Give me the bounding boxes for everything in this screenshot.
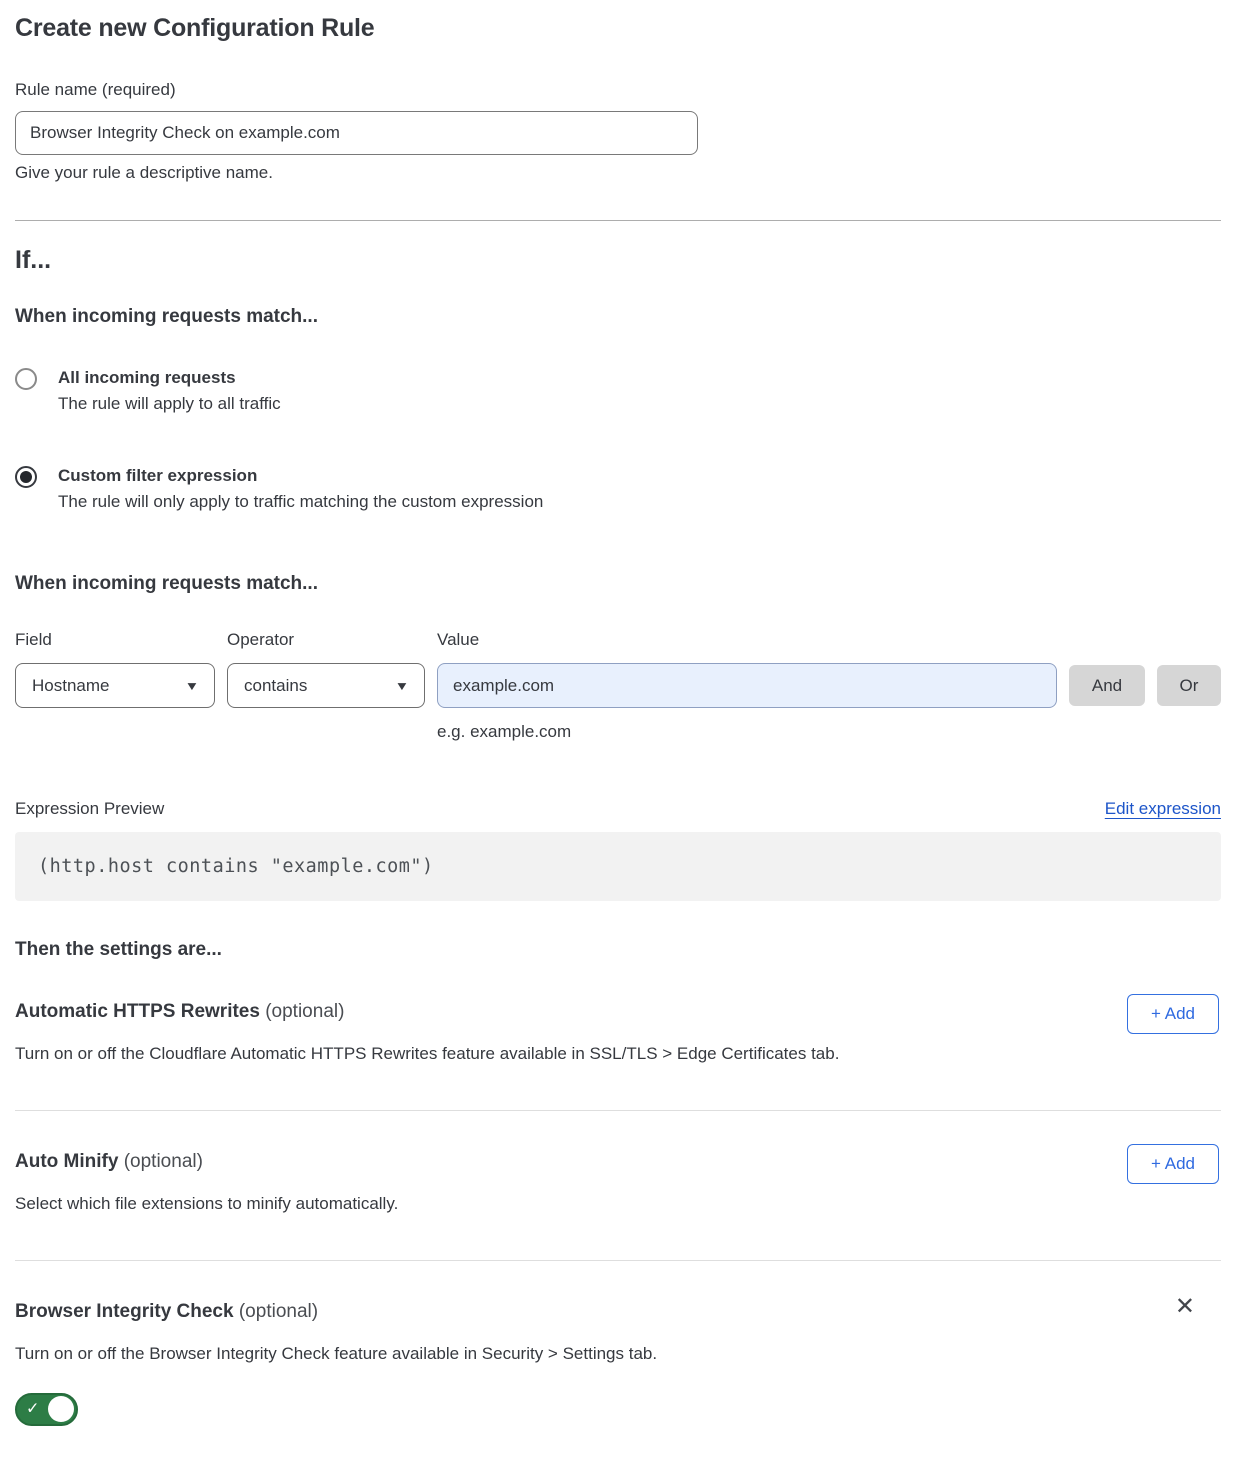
rule-name-input[interactable] — [15, 111, 698, 155]
setting-row-auto-minify: Auto Minify (optional) Select which file… — [15, 1111, 1221, 1260]
radio-unselected-icon[interactable] — [15, 368, 37, 390]
browser-integrity-check-toggle[interactable]: ✓ — [15, 1393, 78, 1426]
operator-select-value: contains — [244, 676, 307, 696]
setting-description: Select which file extensions to minify a… — [15, 1192, 1221, 1216]
match-options-group: All incoming requests The rule will appl… — [15, 367, 1221, 515]
radio-description: The rule will only apply to traffic matc… — [58, 488, 543, 515]
radio-label: All incoming requests — [58, 367, 281, 390]
then-heading: Then the settings are... — [15, 939, 1221, 961]
chevron-down-icon: ▼ — [395, 679, 410, 693]
expression-preview-label: Expression Preview — [15, 799, 164, 819]
expression-preview-header: Expression Preview Edit expression — [15, 799, 1221, 819]
setting-optional-tag: (optional) — [265, 1001, 344, 1022]
edit-expression-link[interactable]: Edit expression — [1105, 799, 1221, 819]
value-input[interactable] — [437, 663, 1057, 708]
setting-row-browser-integrity-check: Browser Integrity Check (optional) Turn … — [15, 1261, 1221, 1431]
if-heading: If... — [15, 246, 1221, 275]
or-button[interactable]: Or — [1157, 665, 1221, 706]
field-select[interactable]: Hostname ▼ — [15, 663, 215, 708]
rule-name-section: Rule name (required) Give your rule a de… — [15, 80, 1221, 183]
builder-heading: When incoming requests match... — [15, 573, 1221, 595]
setting-description: Turn on or off the Cloudflare Automatic … — [15, 1042, 1221, 1066]
add-automatic-https-rewrites-button[interactable]: + Add — [1127, 994, 1219, 1034]
add-auto-minify-button[interactable]: + Add — [1127, 1144, 1219, 1184]
setting-optional-tag: (optional) — [124, 1151, 203, 1172]
section-divider — [15, 220, 1221, 221]
setting-optional-tag: (optional) — [239, 1301, 318, 1322]
page-title: Create new Configuration Rule — [15, 14, 1221, 43]
setting-name: Automatic HTTPS Rewrites — [15, 1001, 260, 1022]
check-icon: ✓ — [26, 1399, 39, 1419]
field-select-value: Hostname — [32, 676, 109, 696]
operator-select[interactable]: contains ▼ — [227, 663, 425, 708]
radio-option-all-incoming-requests[interactable]: All incoming requests The rule will appl… — [15, 367, 1221, 417]
chevron-down-icon: ▼ — [185, 679, 200, 693]
rule-name-help: Give your rule a descriptive name. — [15, 163, 1221, 183]
match-heading: When incoming requests match... — [15, 306, 1221, 328]
operator-column: Operator contains ▼ — [227, 630, 425, 708]
field-label: Field — [15, 630, 215, 650]
setting-description: Turn on or off the Browser Integrity Che… — [15, 1342, 1221, 1366]
value-help-text: e.g. example.com — [437, 722, 1057, 742]
value-label: Value — [437, 630, 1057, 650]
create-configuration-rule-page: Create new Configuration Rule Rule name … — [0, 0, 1237, 1471]
toggle-knob — [48, 1396, 74, 1422]
close-icon[interactable]: ✕ — [1175, 1294, 1195, 1318]
expression-preview-code: (http.host contains "example.com") — [15, 832, 1221, 901]
value-column: Value — [437, 630, 1057, 708]
setting-name: Browser Integrity Check — [15, 1301, 234, 1322]
field-column: Field Hostname ▼ — [15, 630, 215, 708]
and-button[interactable]: And — [1069, 665, 1145, 706]
radio-description: The rule will apply to all traffic — [58, 390, 281, 417]
radio-option-custom-filter-expression[interactable]: Custom filter expression The rule will o… — [15, 465, 1221, 515]
operator-label: Operator — [227, 630, 425, 650]
rule-name-label: Rule name (required) — [15, 80, 1221, 100]
setting-name: Auto Minify — [15, 1151, 118, 1172]
radio-selected-icon[interactable] — [15, 466, 37, 488]
setting-row-automatic-https-rewrites: Automatic HTTPS Rewrites (optional) Turn… — [15, 961, 1221, 1110]
expression-builder-row: Field Hostname ▼ Operator contains ▼ Val… — [15, 630, 1221, 708]
radio-label: Custom filter expression — [58, 465, 543, 488]
